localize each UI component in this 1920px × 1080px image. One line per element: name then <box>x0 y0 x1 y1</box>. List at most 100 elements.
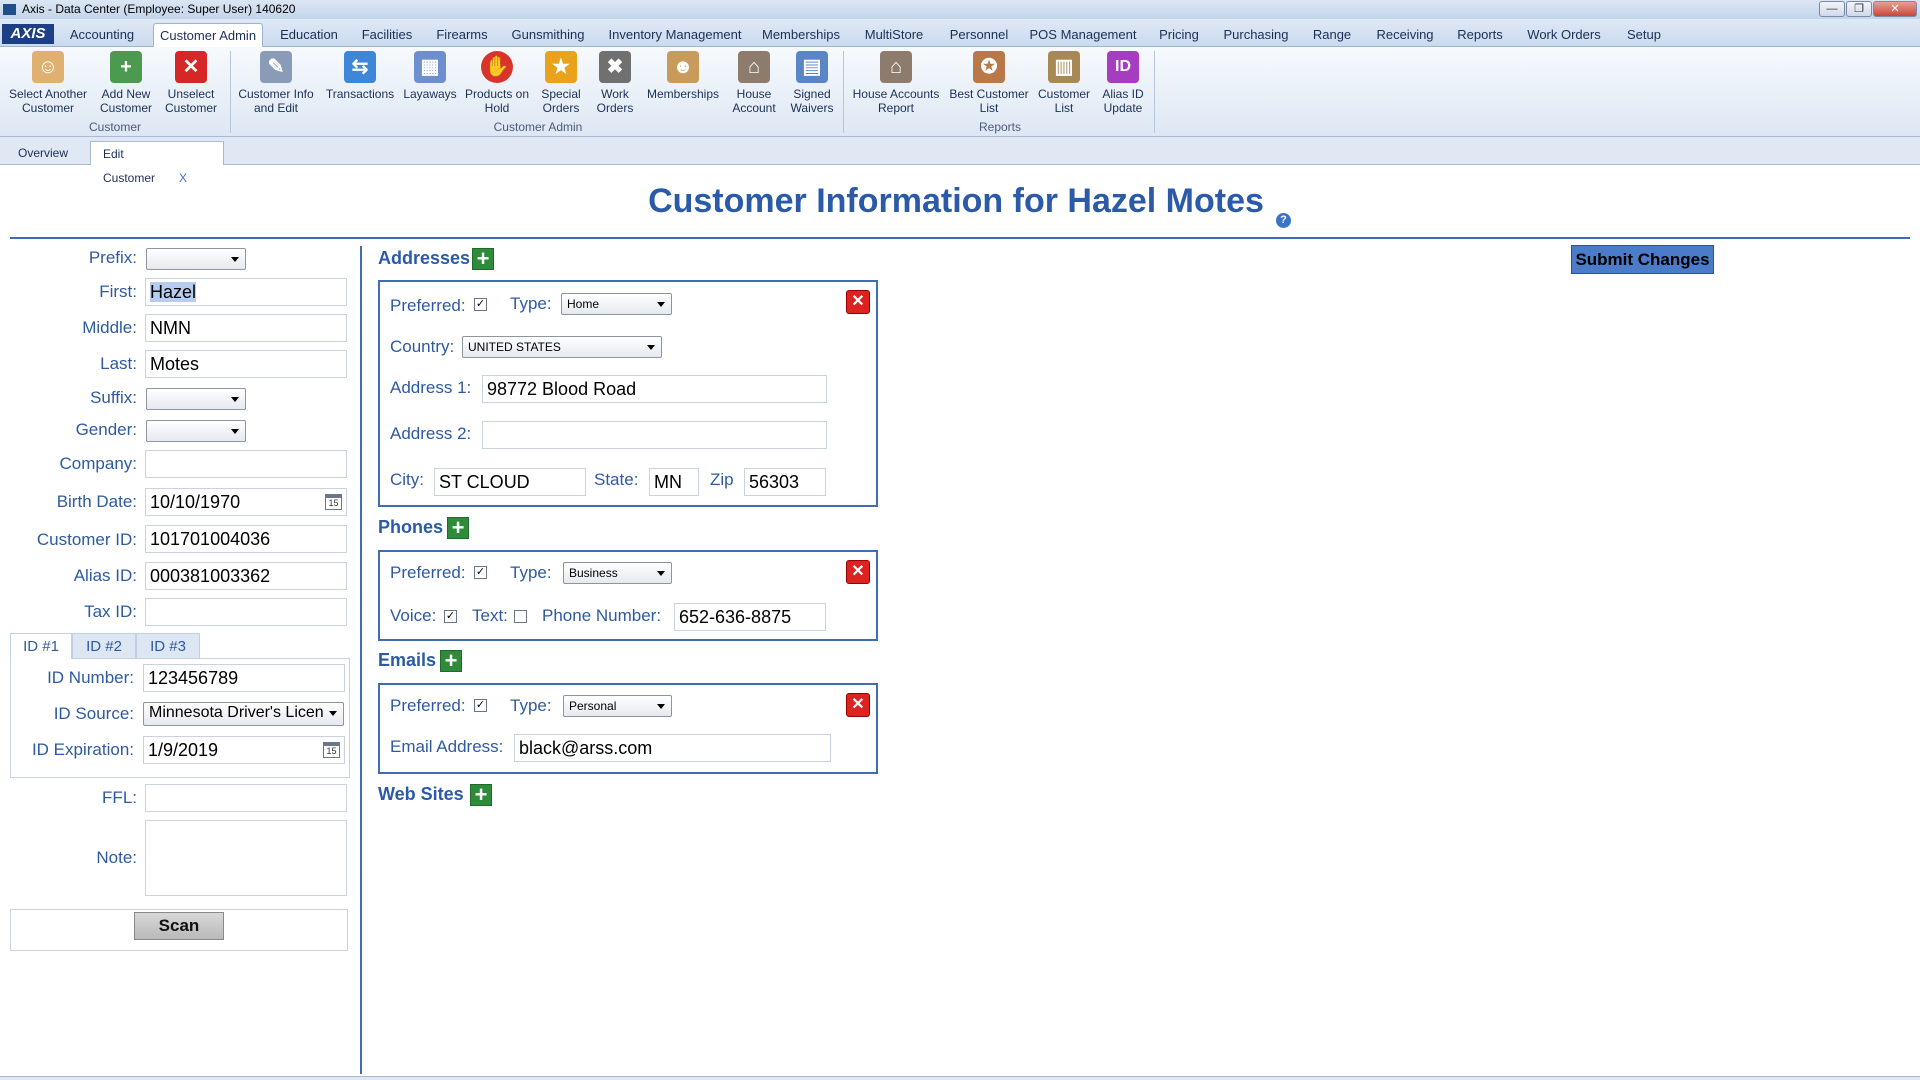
close-window-button[interactable]: ✕ <box>1873 1 1917 17</box>
id-source-select[interactable]: Minnesota Driver's Licen <box>143 702 344 726</box>
prefix-select[interactable] <box>146 248 246 270</box>
memberships-button[interactable]: ☻ Memberships <box>644 51 722 101</box>
menu-tab-multistore[interactable]: MultiStore <box>858 23 930 47</box>
phone-number-input[interactable]: 652-636-8875 <box>674 603 826 631</box>
menu-tab-receiving[interactable]: Receiving <box>1372 23 1438 47</box>
tab-id-2[interactable]: ID #2 <box>72 633 136 659</box>
delete-email-button[interactable]: ✕ <box>846 693 870 717</box>
email-preferred-checkbox[interactable]: ✓ <box>474 699 487 712</box>
menu-tab-pos-management[interactable]: POS Management <box>1028 23 1138 47</box>
alias-id-label: Alias ID: <box>73 566 137 585</box>
phone-preferred-checkbox[interactable]: ✓ <box>474 566 487 579</box>
add-new-customer-button[interactable]: + Add New Customer <box>96 51 156 115</box>
email-address-label: Email Address: <box>390 737 504 756</box>
voice-checkbox[interactable]: ✓ <box>444 610 457 623</box>
layaways-button[interactable]: ▦ Layaways <box>402 51 458 101</box>
state-input[interactable]: MN <box>649 468 699 496</box>
menu-tab-setup[interactable]: Setup <box>1622 23 1666 47</box>
address-preferred-checkbox[interactable]: ✓ <box>474 298 487 311</box>
ribbon-separator <box>1154 51 1155 133</box>
middle-name-input[interactable]: NMN <box>145 314 347 342</box>
special-orders-button[interactable]: ★ Special Orders <box>534 51 588 115</box>
select-another-customer-button[interactable]: ☺ Select Another Customer <box>4 51 92 115</box>
status-bar <box>0 1076 1920 1080</box>
birth-date-input[interactable]: 10/10/1970 15 <box>145 488 347 516</box>
tab-overview[interactable]: Overview <box>6 141 80 165</box>
ffl-input[interactable] <box>145 784 347 812</box>
menu-tab-firearms[interactable]: Firearms <box>433 23 491 47</box>
add-email-button[interactable]: + <box>440 650 462 672</box>
alias-id-update-button[interactable]: ID Alias ID Update <box>1096 51 1150 115</box>
menu-tab-range[interactable]: Range <box>1308 23 1356 47</box>
menu-tab-customer-admin[interactable]: Customer Admin <box>153 23 263 47</box>
maximize-button[interactable]: ❐ <box>1846 1 1872 17</box>
id-number-input[interactable]: 123456789 <box>143 664 345 692</box>
first-name-input[interactable]: Hazel <box>145 278 347 306</box>
menu-tab-facilities[interactable]: Facilities <box>358 23 416 47</box>
transactions-button[interactable]: ⇆ Transactions <box>320 51 400 101</box>
alias-id-input[interactable]: 000381003362 <box>145 562 347 590</box>
tab-id-1[interactable]: ID #1 <box>10 633 72 659</box>
add-website-button[interactable]: + <box>470 784 492 806</box>
menu-tab-purchasing[interactable]: Purchasing <box>1220 23 1292 47</box>
ribbon-group-reports: Reports <box>978 120 1022 134</box>
note-label: Note: <box>96 848 137 867</box>
phone-type-select[interactable]: Business <box>563 562 672 584</box>
id-number-label: ID Number: <box>47 668 134 687</box>
add-phone-button[interactable]: + <box>447 517 469 539</box>
zip-input[interactable]: 56303 <box>744 468 826 496</box>
address-type-select[interactable]: Home <box>561 293 672 315</box>
customer-list-button[interactable]: ▥ Customer List <box>1036 51 1092 115</box>
house-icon: ⌂ <box>738 51 770 83</box>
menu-tab-reports[interactable]: Reports <box>1454 23 1506 47</box>
award-list-icon: ✪ <box>973 51 1005 83</box>
address2-input[interactable] <box>482 421 827 449</box>
best-customer-list-button[interactable]: ✪ Best Customer List <box>946 51 1032 115</box>
menu-tab-accounting[interactable]: Accounting <box>66 23 138 47</box>
suffix-select[interactable] <box>146 388 246 410</box>
phones-heading: Phones <box>378 517 444 537</box>
delete-address-button[interactable]: ✕ <box>846 290 870 314</box>
scan-button[interactable]: Scan <box>134 912 224 940</box>
add-address-button[interactable]: + <box>472 248 494 270</box>
calendar-icon[interactable]: 15 <box>325 494 342 510</box>
address1-input[interactable]: 98772 Blood Road <box>482 375 827 403</box>
menu-tab-personnel[interactable]: Personnel <box>946 23 1012 47</box>
text-checkbox[interactable] <box>514 610 527 623</box>
menu-tab-memberships[interactable]: Memberships <box>760 23 842 47</box>
unselect-customer-button[interactable]: ✕ Unselect Customer <box>161 51 221 115</box>
minimize-button[interactable]: — <box>1819 1 1845 17</box>
house-account-button[interactable]: ⌂ House Account <box>728 51 780 115</box>
menu-tab-education[interactable]: Education <box>276 23 342 47</box>
products-on-hold-button[interactable]: ✋ Products on Hold <box>463 51 531 115</box>
gender-select[interactable] <box>146 420 246 442</box>
menu-tab-gunsmithing[interactable]: Gunsmithing <box>508 23 588 47</box>
tax-id-input[interactable] <box>145 598 347 626</box>
suffix-label: Suffix: <box>90 388 137 407</box>
last-name-input[interactable]: Motes <box>145 350 347 378</box>
tab-edit-customer[interactable]: Edit Customer X <box>90 141 224 185</box>
city-input[interactable]: ST CLOUD <box>434 468 586 496</box>
email-type-select[interactable]: Personal <box>563 695 672 717</box>
house-accounts-report-button[interactable]: ⌂ House Accounts Report <box>850 51 942 115</box>
id-expiration-input[interactable]: 1/9/2019 15 <box>143 736 345 764</box>
window-title-bar: Axis - Data Center (Employee: Super User… <box>0 0 1920 19</box>
note-textarea[interactable] <box>145 820 347 896</box>
help-icon[interactable]: ? <box>1276 213 1291 228</box>
address1-label: Address 1: <box>390 378 472 397</box>
delete-phone-button[interactable]: ✕ <box>846 560 870 584</box>
submit-changes-button[interactable]: Submit Changes <box>1571 245 1714 274</box>
menu-tab-inventory-management[interactable]: Inventory Management <box>605 23 745 47</box>
tab-id-3[interactable]: ID #3 <box>136 633 200 659</box>
company-input[interactable] <box>145 450 347 478</box>
country-select[interactable]: UNITED STATES <box>462 336 662 358</box>
signed-waivers-button[interactable]: ▤ Signed Waivers <box>784 51 840 115</box>
menu-tab-pricing[interactable]: Pricing <box>1154 23 1204 47</box>
address-card: Preferred: ✓ Type: Home ✕ Country: UNITE… <box>378 280 878 507</box>
work-orders-button[interactable]: ✖ Work Orders <box>590 51 640 115</box>
email-address-input[interactable]: black@arss.com <box>514 734 831 762</box>
customer-id-input[interactable]: 101701004036 <box>145 525 347 553</box>
calendar-icon[interactable]: 15 <box>323 742 340 758</box>
customer-info-edit-button[interactable]: ✎ Customer Info and Edit <box>236 51 316 115</box>
menu-tab-work-orders[interactable]: Work Orders <box>1522 23 1606 47</box>
